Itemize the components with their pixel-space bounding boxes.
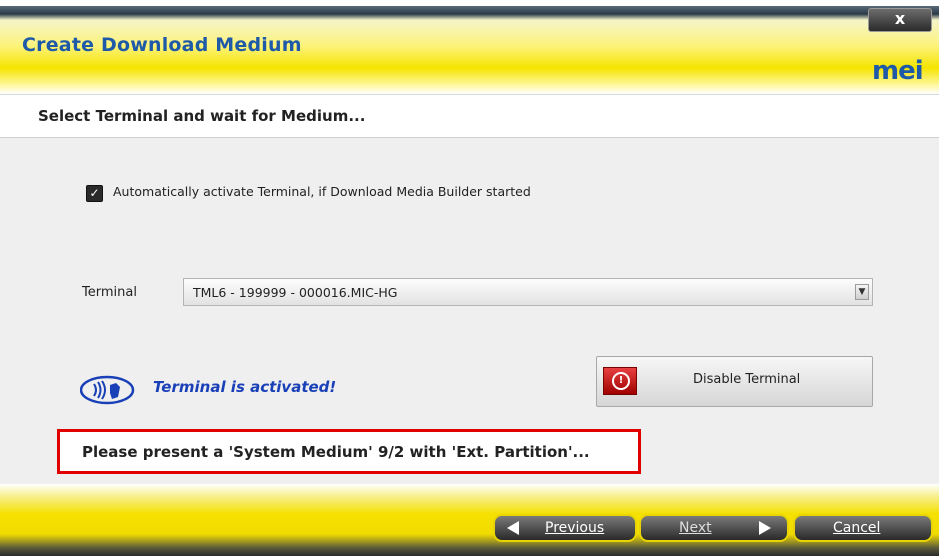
dialog-window: Create Download Medium x mei Select Term…: [0, 6, 939, 556]
auto-activate-checkbox[interactable]: ✓: [86, 185, 103, 202]
close-button[interactable]: x: [868, 8, 932, 32]
terminal-select[interactable]: TML6 - 199999 - 000016.MIC-HG ▼: [183, 278, 873, 306]
arrow-left-icon: [507, 521, 519, 535]
section-title: Select Terminal and wait for Medium...: [38, 107, 366, 125]
cancel-button[interactable]: Cancel: [793, 514, 933, 542]
content-area: ✓ Automatically activate Terminal, if Do…: [0, 138, 939, 483]
section-header: Select Terminal and wait for Medium...: [0, 94, 939, 138]
next-label: Next: [679, 520, 712, 536]
window-title: Create Download Medium: [22, 34, 302, 56]
terminal-label: Terminal: [82, 285, 137, 300]
contactless-icon: [80, 375, 135, 405]
disable-terminal-button[interactable]: ! Disable Terminal: [596, 356, 873, 407]
instruction-message-box: Please present a 'System Medium' 9/2 wit…: [57, 429, 641, 474]
auto-activate-label[interactable]: Automatically activate Terminal, if Down…: [113, 184, 531, 199]
mei-logo: mei: [872, 56, 924, 86]
footer-bar: Previous Next Cancel: [0, 484, 939, 556]
previous-label: Previous: [545, 520, 605, 536]
disable-terminal-label: Disable Terminal: [693, 372, 801, 387]
next-button[interactable]: Next: [639, 514, 789, 542]
terminal-status: Terminal is activated!: [153, 378, 337, 396]
previous-button[interactable]: Previous: [493, 514, 637, 542]
chevron-down-icon[interactable]: ▼: [855, 284, 869, 300]
terminal-select-value: TML6 - 199999 - 000016.MIC-HG: [193, 285, 398, 300]
arrow-right-icon: [759, 521, 771, 535]
instruction-message: Please present a 'System Medium' 9/2 wit…: [82, 443, 590, 461]
title-bar: Create Download Medium x mei: [0, 6, 939, 94]
power-icon: !: [603, 367, 637, 395]
cancel-label: Cancel: [833, 520, 881, 536]
